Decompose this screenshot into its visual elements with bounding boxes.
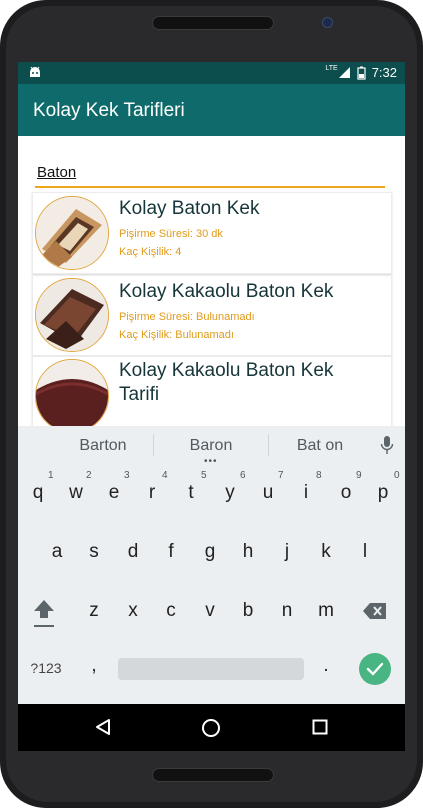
key-l[interactable]: l: [348, 541, 382, 563]
suggestion-divider: [153, 434, 154, 456]
key-g[interactable]: g: [193, 541, 227, 563]
recipe-servings: Kaç Kişilik: Bulunamadı: [119, 329, 234, 341]
key-k[interactable]: k: [309, 541, 343, 563]
key-r[interactable]: r: [135, 482, 169, 504]
android-debug-icon: [30, 66, 40, 77]
recents-icon[interactable]: [312, 719, 328, 735]
battery-icon: [357, 66, 366, 80]
backspace-icon: [363, 603, 386, 619]
screen: LTE 7:32 Kolay Kek Tarifleri Baton Kolay…: [18, 62, 405, 751]
status-icons: LTE 7:32: [325, 65, 397, 80]
key-o[interactable]: o: [329, 482, 363, 504]
comma-key[interactable]: ,: [77, 655, 111, 677]
back-icon[interactable]: [94, 718, 112, 736]
key-p[interactable]: p: [366, 482, 400, 504]
more-suggestions-icon[interactable]: •••: [204, 456, 218, 467]
home-icon[interactable]: [201, 718, 221, 738]
checkmark-icon: [366, 662, 384, 676]
key-d[interactable]: d: [116, 541, 150, 563]
recipe-list-area: Baton Kolay Baton Kek Pişirme Süresi: 30…: [18, 136, 405, 438]
phone-frame: LTE 7:32 Kolay Kek Tarifleri Baton Kolay…: [0, 0, 423, 808]
key-hint-1: 1: [48, 470, 54, 481]
bottom-speaker: [152, 768, 274, 782]
key-a[interactable]: a: [40, 541, 74, 563]
key-v[interactable]: v: [193, 600, 227, 622]
suggestion-strip: Barton Baron Bat on •••: [18, 426, 405, 467]
app-title: Kolay Kek Tarifleri: [33, 100, 185, 121]
key-c[interactable]: c: [154, 600, 188, 622]
app-bar: Kolay Kek Tarifleri: [18, 84, 405, 136]
microphone-icon[interactable]: [380, 435, 394, 455]
recipe-card[interactable]: Kolay Baton Kek Pişirme Süresi: 30 dk Ka…: [32, 192, 392, 274]
key-z[interactable]: z: [77, 600, 111, 622]
key-y[interactable]: y: [213, 482, 247, 504]
period-key[interactable]: .: [309, 655, 343, 677]
suggestion-2[interactable]: Baron: [156, 437, 266, 455]
key-hint-5: 5: [201, 470, 207, 481]
recipe-image: [35, 196, 109, 270]
soft-keyboard: Barton Baron Bat on ••• q w e r t y u i: [18, 426, 405, 704]
key-hint-2: 2: [86, 470, 92, 481]
key-hint-4: 4: [162, 470, 168, 481]
key-i[interactable]: i: [289, 482, 323, 504]
key-hint-0: 0: [394, 470, 400, 481]
recipe-title-line-2: Tarifi: [119, 384, 160, 405]
recipe-title: Kolay Kakaolu Baton Kek: [119, 281, 334, 302]
key-f[interactable]: f: [154, 541, 188, 563]
recipe-title-line-1: Kolay Kakaolu Baton Kek: [119, 360, 334, 381]
key-m[interactable]: m: [309, 600, 343, 622]
key-hint-8: 8: [316, 470, 322, 481]
shift-key[interactable]: [27, 598, 61, 634]
top-speaker: [152, 16, 274, 30]
key-hint-9: 9: [356, 470, 362, 481]
suggestion-1[interactable]: Barton: [48, 437, 158, 455]
front-camera: [322, 17, 333, 28]
key-hint-3: 3: [124, 470, 130, 481]
key-hint-6: 6: [240, 470, 246, 481]
key-e[interactable]: e: [97, 482, 131, 504]
key-x[interactable]: x: [116, 600, 150, 622]
recipe-cooking-time: Pişirme Süresi: Bulunamadı: [119, 311, 255, 323]
status-time: 7:32: [371, 65, 397, 80]
search-input[interactable]: Baton: [37, 164, 76, 181]
recipe-cooking-time: Pişirme Süresi: 30 dk: [119, 228, 223, 240]
key-h[interactable]: h: [231, 541, 265, 563]
key-hint-7: 7: [278, 470, 284, 481]
symbols-key[interactable]: ?123: [26, 660, 66, 676]
signal-icon: [338, 67, 350, 78]
key-s[interactable]: s: [77, 541, 111, 563]
space-key[interactable]: [118, 658, 304, 680]
recipe-card[interactable]: Kolay Kakaolu Baton Kek Pişirme Süresi: …: [32, 275, 392, 356]
key-w[interactable]: w: [59, 482, 93, 504]
key-j[interactable]: j: [270, 541, 304, 563]
status-bar: LTE 7:32: [18, 62, 405, 84]
recipe-image: [35, 359, 109, 433]
recipe-title: Kolay Baton Kek: [119, 198, 260, 219]
key-t[interactable]: t: [174, 482, 208, 504]
key-b[interactable]: b: [231, 600, 265, 622]
navigation-bar: [18, 704, 405, 751]
key-u[interactable]: u: [251, 482, 285, 504]
enter-key[interactable]: [359, 653, 391, 685]
suggestion-3[interactable]: Bat on: [265, 437, 375, 455]
network-type: LTE: [325, 65, 338, 72]
key-q[interactable]: q: [21, 482, 55, 504]
recipe-image: [35, 278, 109, 352]
backspace-key[interactable]: [358, 601, 392, 627]
search-input-underline: [35, 186, 385, 188]
key-n[interactable]: n: [270, 600, 304, 622]
shift-icon: [34, 600, 54, 627]
recipe-servings: Kaç Kişilik: 4: [119, 246, 182, 258]
